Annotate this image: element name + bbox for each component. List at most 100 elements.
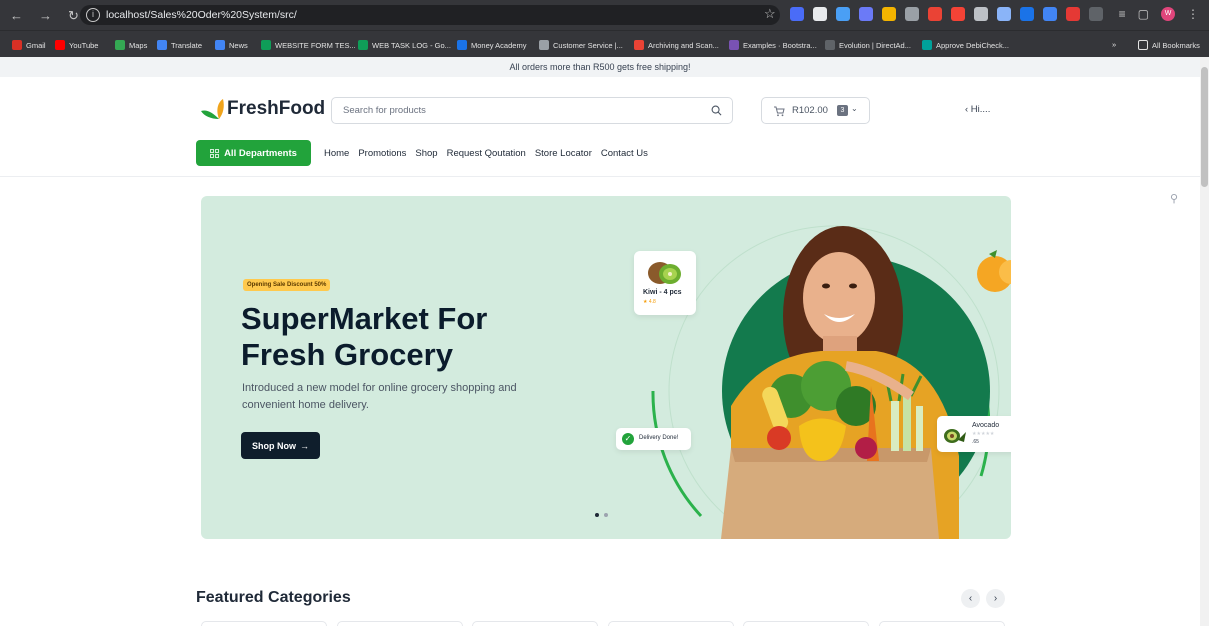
extension-icon[interactable] [882, 7, 896, 21]
bookmark-favicon-icon [12, 40, 22, 50]
bookmark-item[interactable]: Approve DebiCheck... [922, 40, 1009, 50]
category-card[interactable] [743, 621, 869, 626]
bookmark-label: Maps [129, 40, 148, 50]
carousel-dots [595, 513, 608, 517]
more-bookmarks-button[interactable]: » [1112, 40, 1116, 49]
bookmark-favicon-icon [922, 40, 932, 50]
nav-link-shop[interactable]: Shop [415, 148, 437, 159]
bookmark-label: WEBSITE FORM TES... [275, 40, 356, 50]
extension-icon[interactable] [905, 7, 919, 21]
cart-count-badge: 3 [837, 105, 848, 116]
nav-link-home[interactable]: Home [324, 148, 349, 159]
bookmark-label: Examples · Bootstra... [743, 40, 817, 50]
pin-icon[interactable]: ⚲ [1170, 192, 1178, 205]
search-input[interactable]: Search for products [331, 97, 733, 124]
bookmark-item[interactable]: Evolution | DirectAd... [825, 40, 911, 50]
avocado-price: .65 [972, 439, 979, 445]
address-bar[interactable]: i localhost/Sales%20Oder%20System/src/ [80, 5, 780, 25]
site-info-icon[interactable]: i [86, 8, 100, 22]
cart-button[interactable]: R102.00 3 ⌄ [761, 97, 870, 124]
all-departments-label: All Departments [224, 147, 297, 159]
all-bookmarks-button[interactable]: All Bookmarks [1138, 40, 1200, 50]
bookmark-item[interactable]: Money Academy [457, 40, 526, 50]
bookmark-favicon-icon [215, 40, 225, 50]
search-icon[interactable] [711, 105, 722, 116]
carousel-dot[interactable] [604, 513, 608, 517]
extension-icon[interactable] [790, 7, 804, 21]
delivery-label: Delivery Done! [639, 435, 679, 441]
bookmark-favicon-icon [157, 40, 167, 50]
category-card[interactable] [608, 621, 734, 626]
bookmark-item[interactable]: Translate [157, 40, 202, 50]
extension-icon[interactable] [836, 7, 850, 21]
bookmark-item[interactable]: Gmail [12, 40, 46, 50]
hero-image [651, 225, 1011, 539]
chevron-right-icon[interactable]: › [986, 589, 1005, 608]
extension-icon[interactable] [813, 7, 827, 21]
bookmark-label: WEB TASK LOG - Go... [372, 40, 451, 50]
extension-icon[interactable] [974, 7, 988, 21]
category-card[interactable] [879, 621, 1005, 626]
nav-link-promotions[interactable]: Promotions [358, 148, 406, 159]
nav-link-request-quotation[interactable]: Request Qoutation [447, 148, 526, 159]
extension-icon[interactable] [1020, 7, 1034, 21]
bookmark-label: Money Academy [471, 40, 527, 50]
nav-link-store-locator[interactable]: Store Locator [535, 148, 592, 159]
extension-icon[interactable] [997, 7, 1011, 21]
bookmark-item[interactable]: WEB TASK LOG - Go... [358, 40, 451, 50]
bookmark-item[interactable]: News [215, 40, 248, 50]
bookmark-favicon-icon [825, 40, 835, 50]
extension-icon[interactable] [928, 7, 942, 21]
forward-icon[interactable]: → [39, 8, 52, 24]
site-logo[interactable]: FreshFood [199, 97, 325, 121]
user-greeting[interactable]: ‹ Hi.... [965, 104, 990, 115]
featured-categories-title: Featured Categories [196, 589, 351, 606]
bookmark-item[interactable]: WEBSITE FORM TES... [261, 40, 356, 50]
kiwi-image [648, 262, 681, 284]
bookmark-item[interactable]: Examples · Bootstra... [729, 40, 817, 50]
bookmark-label: Approve DebiCheck... [936, 40, 1009, 50]
shop-now-label: Shop Now [252, 440, 296, 451]
all-departments-button[interactable]: All Departments [196, 140, 311, 166]
profile-avatar[interactable]: W [1161, 7, 1175, 21]
extension-icon[interactable] [1066, 7, 1080, 21]
url-text[interactable]: localhost/Sales%20Oder%20System/src/ [106, 9, 297, 21]
category-card[interactable] [201, 621, 327, 626]
kiwi-product-card[interactable]: Kiwi - 4 pcs ★ 4.8 [634, 251, 696, 315]
bookmark-label: Gmail [26, 40, 46, 50]
browser-toolbar: ← → ↻ i localhost/Sales%20Oder%20System/… [0, 0, 1209, 30]
shop-now-button[interactable]: Shop Now → [241, 432, 320, 459]
scroll-thumb[interactable] [1201, 67, 1208, 187]
bookmark-label: News [229, 40, 248, 50]
bookmark-favicon-icon [634, 40, 644, 50]
page-scrollbar[interactable] [1200, 57, 1209, 626]
extension-icon[interactable] [1043, 7, 1057, 21]
avocado-product-card[interactable]: Avocado ★★★★★ .65 [937, 416, 1011, 452]
back-icon[interactable]: ← [10, 8, 23, 24]
reading-list-icon[interactable]: ≡ [1119, 7, 1126, 21]
bookmark-item[interactable]: Maps [115, 40, 147, 50]
bookmark-star-icon[interactable]: ☆ [764, 6, 776, 22]
chevron-left-icon[interactable]: ‹ [961, 589, 980, 608]
extensions-puzzle-icon[interactable] [1089, 7, 1103, 21]
all-bookmarks-label: All Bookmarks [1152, 40, 1200, 50]
category-card[interactable] [472, 621, 598, 626]
header-divider [0, 176, 1200, 177]
category-card[interactable] [337, 621, 463, 626]
reload-icon[interactable]: ↻ [68, 8, 79, 24]
side-panel-icon[interactable]: ▢ [1138, 7, 1149, 21]
main-nav: Home Promotions Shop Request Qoutation S… [324, 148, 648, 159]
bookmark-item[interactable]: Archiving and Scan... [634, 40, 719, 50]
bookmark-favicon-icon [539, 40, 549, 50]
announcement-bar: All orders more than R500 gets free ship… [0, 57, 1200, 77]
carousel-dot-active[interactable] [595, 513, 599, 517]
extension-icon[interactable] [951, 7, 965, 21]
bookmark-item[interactable]: Customer Service |... [539, 40, 623, 50]
bookmark-item[interactable]: YouTube [55, 40, 98, 50]
hero-banner: Opening Sale Discount 50% SuperMarket Fo… [201, 196, 1011, 539]
nav-link-contact-us[interactable]: Contact Us [601, 148, 648, 159]
arrow-right-icon: → [300, 440, 309, 451]
search-placeholder: Search for products [343, 105, 426, 116]
extension-icon[interactable] [859, 7, 873, 21]
menu-icon[interactable]: ⋮ [1187, 7, 1199, 21]
